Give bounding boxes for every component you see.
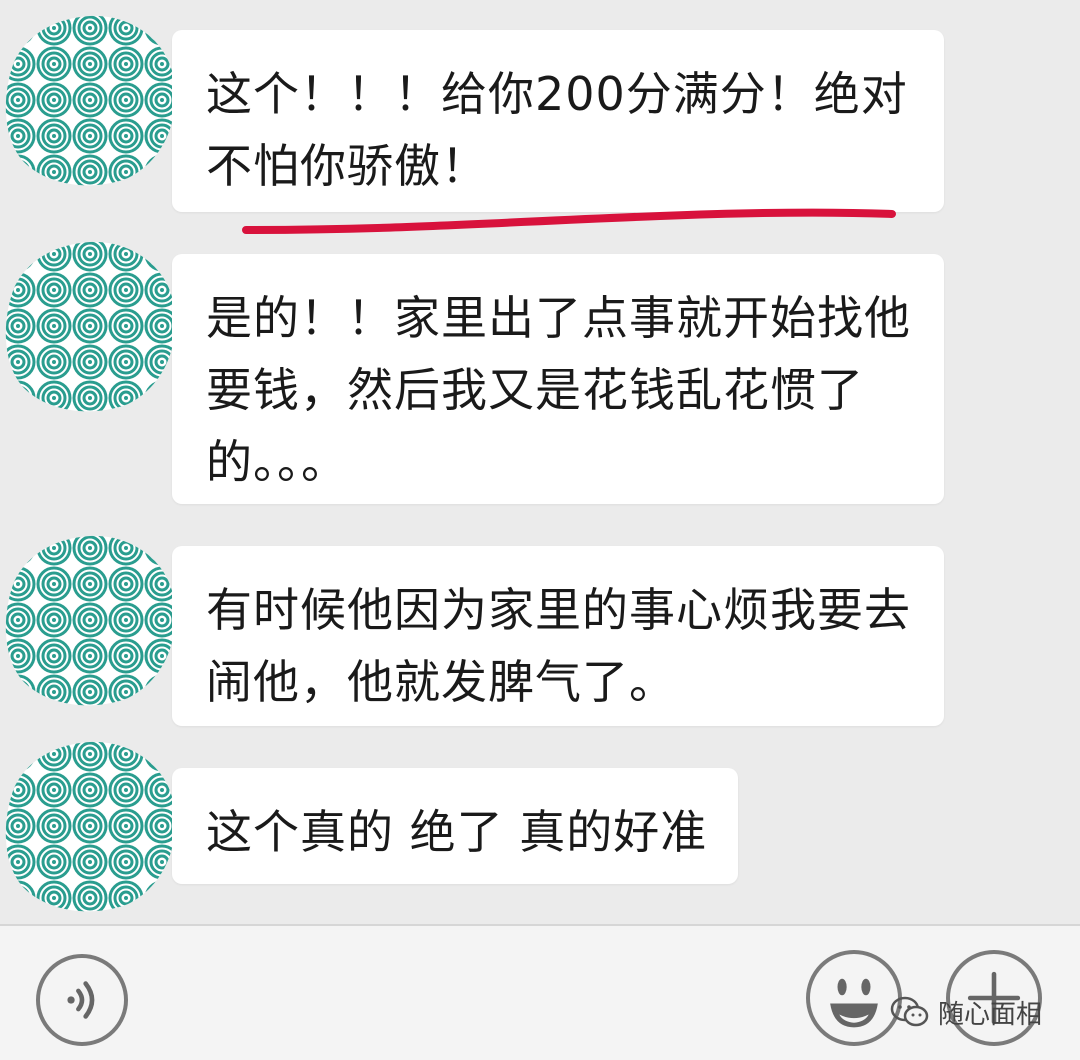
voice-icon (67, 981, 95, 1019)
message-line: 是的！！家里出了点事就开始找他 (206, 291, 911, 345)
avatar-swirl-pattern (5, 535, 176, 706)
message-line: 这个真的 绝了 真的好准 (206, 805, 708, 859)
message-line: 闹他，他就发脾气了。 (206, 655, 676, 709)
chat-screen: 这个！！！给你200分满分！绝对 不怕你骄傲！ 是的！！家里出了点事就开始找他 … (0, 0, 1080, 1060)
message-bubble[interactable]: 是的！！家里出了点事就开始找他 要钱，然后我又是花钱乱花惯了 的。。。 (172, 254, 944, 504)
smiley-icon (830, 978, 878, 1028)
avatar-swirl-pattern (5, 241, 176, 412)
avatar[interactable] (0, 10, 180, 190)
message-line: 有时候他因为家里的事心烦我要去 (206, 583, 911, 637)
watermark-text: 随心面相 (938, 999, 1043, 1030)
avatar[interactable] (0, 736, 180, 916)
avatar-swirl-pattern (5, 15, 176, 186)
wechat-icon (890, 996, 929, 1027)
message-line: 这个！！！给你200分满分！绝对 (206, 67, 908, 121)
red-underline-annotation (242, 208, 896, 234)
emoji-button[interactable] (806, 950, 902, 1046)
message-bubble[interactable]: 有时候他因为家里的事心烦我要去 闹他，他就发脾气了。 (172, 546, 944, 726)
message-line: 的。。。 (206, 435, 348, 489)
message-bubble[interactable]: 这个真的 绝了 真的好准 (172, 768, 738, 884)
watermark: 随心面相 (890, 990, 1042, 1034)
voice-button[interactable] (36, 954, 128, 1046)
avatar[interactable] (0, 530, 180, 710)
message-line: 要钱，然后我又是花钱乱花惯了 (206, 363, 864, 417)
avatar-swirl-pattern (5, 741, 176, 912)
message-bubble[interactable]: 这个！！！给你200分满分！绝对 不怕你骄傲！ (172, 30, 944, 212)
avatar[interactable] (0, 236, 180, 416)
message-line: 不怕你骄傲！ (206, 139, 488, 193)
